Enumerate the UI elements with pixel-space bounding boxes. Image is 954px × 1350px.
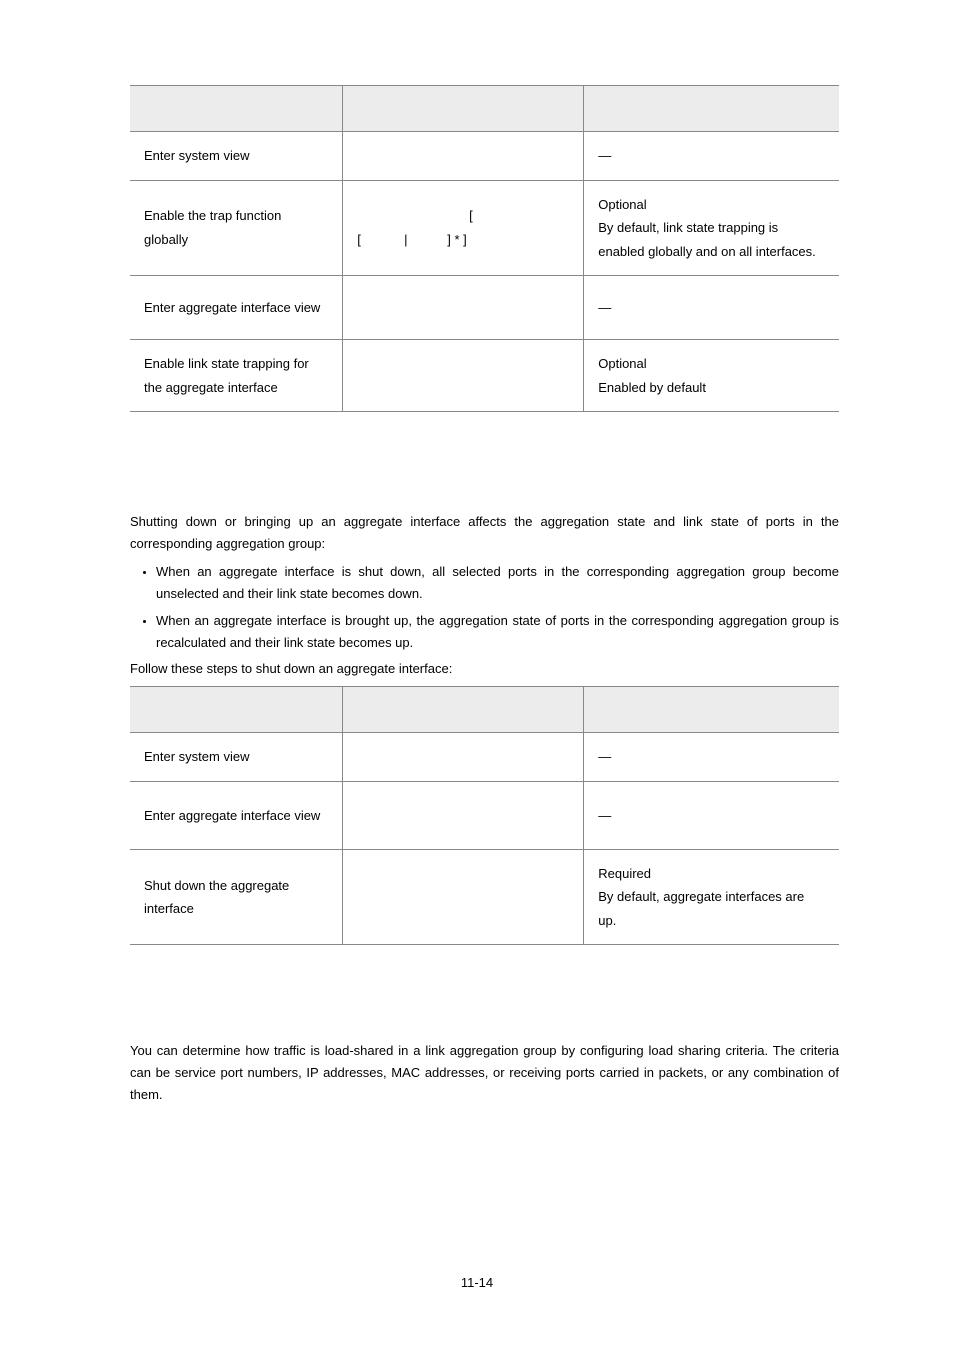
cell: — bbox=[584, 275, 839, 339]
table-row: Enable the trap function globally [ [ | … bbox=[130, 180, 839, 275]
remark-line: Optional bbox=[598, 352, 825, 375]
cell: Enter aggregate interface view bbox=[130, 781, 343, 849]
table-row: Enter system view — bbox=[130, 733, 839, 781]
remark-line: By default, aggregate interfaces are up. bbox=[598, 885, 825, 932]
cell: Enter aggregate interface view bbox=[130, 275, 343, 339]
page-number: 11-14 bbox=[0, 1275, 954, 1290]
th-todo: To do... bbox=[130, 686, 343, 732]
cell bbox=[343, 849, 584, 944]
table-row: Enter aggregate interface view — bbox=[130, 781, 839, 849]
cell: Required By default, aggregate interface… bbox=[584, 849, 839, 944]
config-table-shutdown: To do... Use the command... Remarks Ente… bbox=[130, 686, 839, 945]
cell: Enable link state trapping for the aggre… bbox=[130, 340, 343, 412]
th-remarks: Remarks bbox=[584, 686, 839, 732]
cell: Optional Enabled by default bbox=[584, 340, 839, 412]
remark-line: By default, link state trapping is enabl… bbox=[598, 216, 825, 263]
cell bbox=[343, 132, 584, 180]
paragraph: You can determine how traffic is load-sh… bbox=[130, 1040, 839, 1106]
cell: — bbox=[584, 132, 839, 180]
remark-line: Optional bbox=[598, 193, 825, 216]
table-row: Enter aggregate interface view — bbox=[130, 275, 839, 339]
cell: — bbox=[584, 733, 839, 781]
th-remarks: Remarks bbox=[584, 86, 839, 132]
cell bbox=[343, 275, 584, 339]
paragraph: Shutting down or bringing up an aggregat… bbox=[130, 511, 839, 555]
cell: Optional By default, link state trapping… bbox=[584, 180, 839, 275]
list-item: When an aggregate interface is brought u… bbox=[156, 610, 839, 654]
config-table-trap: To do... Use the command... Remarks Ente… bbox=[130, 85, 839, 412]
cell: [ [ | ] * ] bbox=[343, 180, 584, 275]
cell bbox=[343, 340, 584, 412]
th-command: Use the command... bbox=[343, 686, 584, 732]
cell: Enter system view bbox=[130, 733, 343, 781]
table-row: Enter system view — bbox=[130, 132, 839, 180]
th-command: Use the command... bbox=[343, 86, 584, 132]
bullet-list: When an aggregate interface is shut down… bbox=[130, 561, 839, 653]
list-item: When an aggregate interface is shut down… bbox=[156, 561, 839, 605]
th-todo: To do... bbox=[130, 86, 343, 132]
cell: Enable the trap function globally bbox=[130, 180, 343, 275]
remark-line: Enabled by default bbox=[598, 376, 825, 399]
cell bbox=[343, 781, 584, 849]
cell: Shut down the aggregate interface bbox=[130, 849, 343, 944]
remark-line: Required bbox=[598, 862, 825, 885]
table-row: Enable link state trapping for the aggre… bbox=[130, 340, 839, 412]
paragraph: Follow these steps to shut down an aggre… bbox=[130, 658, 839, 680]
table-row: Shut down the aggregate interface Requir… bbox=[130, 849, 839, 944]
cell: — bbox=[584, 781, 839, 849]
cell bbox=[343, 733, 584, 781]
cell: Enter system view bbox=[130, 132, 343, 180]
